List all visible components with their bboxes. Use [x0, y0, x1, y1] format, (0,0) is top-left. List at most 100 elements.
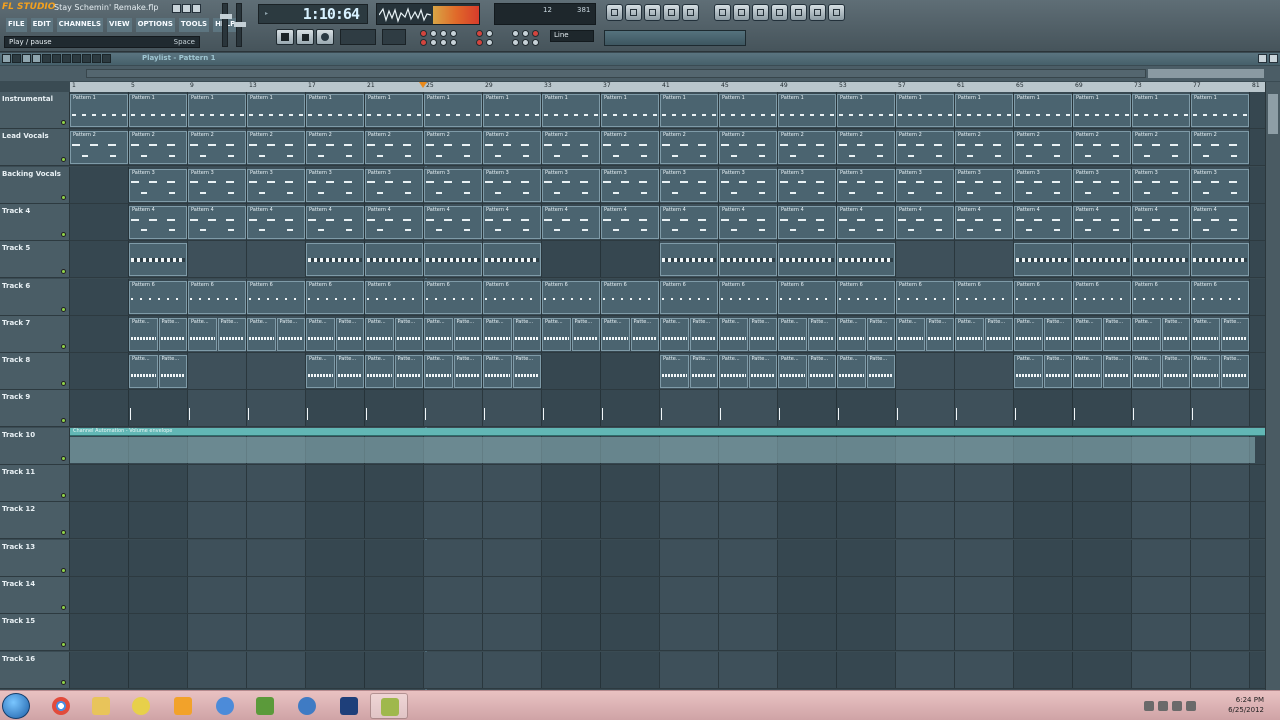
- pattern-clip[interactable]: Pattern 2: [129, 131, 187, 165]
- pattern-clip[interactable]: [1132, 243, 1190, 277]
- track-lane[interactable]: Pattern 4 Pattern 4 Pattern 4 Pattern 4 Patt…: [70, 203, 1265, 241]
- pattern-clip[interactable]: Pattern 1: [306, 94, 364, 127]
- pattern-clip[interactable]: Patte...: [1220, 355, 1249, 389]
- snap-selector[interactable]: Line: [550, 30, 594, 42]
- pattern-clip[interactable]: Patte...: [778, 317, 807, 351]
- track-lane[interactable]: [70, 465, 1265, 502]
- paint-tool-icon[interactable]: [32, 54, 41, 63]
- pattern-clip[interactable]: [306, 243, 364, 277]
- step-edit-toggle[interactable]: [430, 39, 437, 46]
- pattern-clip[interactable]: Pattern 4: [247, 205, 305, 239]
- pattern-clip[interactable]: Pattern 4: [1073, 205, 1131, 239]
- track-header[interactable]: Track 9: [0, 390, 70, 428]
- pattern-clip[interactable]: Patte...: [866, 317, 895, 351]
- pattern-clip[interactable]: Pattern 6: [896, 280, 954, 314]
- track-header[interactable]: Track 14: [0, 576, 70, 614]
- pattern-clip[interactable]: Pattern 3: [542, 168, 600, 202]
- pattern-clip[interactable]: Patte...: [453, 317, 482, 351]
- track-lane[interactable]: Pattern 1 Pattern 1 Pattern 1 Pattern 1 Patt…: [70, 92, 1265, 129]
- pattern-clip[interactable]: Pattern 2: [660, 131, 718, 165]
- track-header[interactable]: Track 13: [0, 539, 70, 577]
- pattern-clip[interactable]: Patte...: [896, 317, 925, 351]
- pattern-clip[interactable]: Patte...: [689, 355, 718, 389]
- track-header[interactable]: Backing Vocals: [0, 166, 70, 204]
- pattern-clip[interactable]: Patte...: [512, 317, 541, 351]
- pattern-clip[interactable]: Pattern 1: [601, 94, 659, 127]
- pattern-clip[interactable]: Patte...: [601, 317, 630, 351]
- pattern-clip[interactable]: Patte...: [571, 317, 600, 351]
- pattern-clip[interactable]: Patte...: [1014, 355, 1043, 389]
- help-button[interactable]: [828, 4, 845, 21]
- track-lane[interactable]: [70, 502, 1265, 540]
- snap-toggle-e[interactable]: [522, 39, 529, 46]
- pattern-clip[interactable]: Pattern 4: [129, 205, 187, 239]
- playlist-close-button[interactable]: [1269, 54, 1278, 63]
- pattern-clip[interactable]: [365, 243, 423, 277]
- taskbar-itunes[interactable]: [206, 693, 244, 719]
- pattern-clip[interactable]: Pattern 1: [424, 94, 482, 127]
- track-mute-led[interactable]: [61, 381, 66, 387]
- track-header[interactable]: Track 10: [0, 427, 70, 465]
- pattern-clip[interactable]: Pattern 4: [365, 205, 423, 239]
- maximize-button[interactable]: [182, 4, 191, 13]
- track-lane[interactable]: Patte... Patte... Patte... Patte... Patte...…: [70, 315, 1265, 353]
- track-lane[interactable]: [70, 614, 1265, 652]
- pattern-clip[interactable]: Pattern 6: [129, 280, 187, 314]
- tray-volume-icon[interactable]: [1186, 701, 1196, 711]
- pattern-clip[interactable]: Patte...: [1073, 317, 1102, 351]
- pattern-clip[interactable]: Patte...: [217, 317, 246, 351]
- pattern-clip[interactable]: [601, 392, 659, 425]
- menu-options[interactable]: OPTIONS: [135, 18, 175, 32]
- pattern-clip[interactable]: Patte...: [689, 317, 718, 351]
- track-mute-led[interactable]: [61, 604, 66, 610]
- pattern-clip[interactable]: Pattern 1: [1014, 94, 1072, 127]
- pattern-clip[interactable]: Patte...: [866, 355, 895, 389]
- pattern-clip[interactable]: [1191, 392, 1249, 425]
- menu-file[interactable]: FILE: [6, 18, 27, 32]
- pattern-clip[interactable]: [542, 392, 600, 425]
- pattern-clip[interactable]: Patte...: [837, 355, 866, 389]
- playlist-maximize-button[interactable]: [1258, 54, 1267, 63]
- vertical-scrollbar[interactable]: [1265, 82, 1280, 690]
- track-mute-led[interactable]: [61, 231, 66, 237]
- pattern-clip[interactable]: Patte...: [1043, 355, 1072, 389]
- pattern-clip[interactable]: Patte...: [1161, 317, 1190, 351]
- taskbar-messenger[interactable]: [288, 693, 326, 719]
- pattern-clip[interactable]: Pattern 3: [424, 168, 482, 202]
- pattern-clip[interactable]: Patte...: [807, 317, 836, 351]
- song-position-marker[interactable]: [419, 82, 427, 88]
- pattern-clip[interactable]: Pattern 6: [188, 280, 246, 314]
- pattern-clip[interactable]: [660, 243, 718, 277]
- snap-toggle-b[interactable]: [522, 30, 529, 37]
- pattern-clip[interactable]: Pattern 3: [955, 168, 1013, 202]
- pattern-clip[interactable]: Pattern 3: [1073, 168, 1131, 202]
- pattern-clip[interactable]: Pattern 4: [601, 205, 659, 239]
- pattern-clip[interactable]: Patte...: [158, 317, 187, 351]
- pattern-clip[interactable]: Pattern 4: [483, 205, 541, 239]
- pattern-clip[interactable]: Pattern 2: [188, 131, 246, 165]
- pattern-clip[interactable]: Patte...: [512, 355, 541, 389]
- track-lane[interactable]: [70, 241, 1265, 279]
- pattern-clip[interactable]: Patte...: [660, 355, 689, 389]
- pattern-clip[interactable]: Pattern 3: [1132, 168, 1190, 202]
- pattern-clip[interactable]: [896, 392, 954, 425]
- pattern-clip[interactable]: Pattern 1: [778, 94, 836, 127]
- blend-toggle[interactable]: [450, 39, 457, 46]
- pattern-clip[interactable]: Pattern 2: [601, 131, 659, 165]
- snap-toggle-a[interactable]: [512, 30, 519, 37]
- pattern-clip[interactable]: Patte...: [247, 317, 276, 351]
- pattern-clip[interactable]: Patte...: [748, 355, 777, 389]
- pattern-clip[interactable]: Pattern 4: [424, 205, 482, 239]
- track-header[interactable]: Lead Vocals: [0, 129, 70, 167]
- pattern-clip[interactable]: Pattern 1: [1191, 94, 1249, 127]
- pattern-clip[interactable]: [424, 243, 482, 277]
- pattern-clip[interactable]: Patte...: [424, 317, 453, 351]
- draw-tool-icon[interactable]: [22, 54, 31, 63]
- pattern-clip[interactable]: Patte...: [306, 355, 335, 389]
- pattern-clip[interactable]: [837, 243, 895, 277]
- pattern-clip[interactable]: Pattern 4: [896, 205, 954, 239]
- slice-tool-icon[interactable]: [62, 54, 71, 63]
- pattern-clip[interactable]: Patte...: [660, 317, 689, 351]
- pattern-clip[interactable]: Patte...: [719, 317, 748, 351]
- rec-arm-toggle[interactable]: [420, 30, 427, 37]
